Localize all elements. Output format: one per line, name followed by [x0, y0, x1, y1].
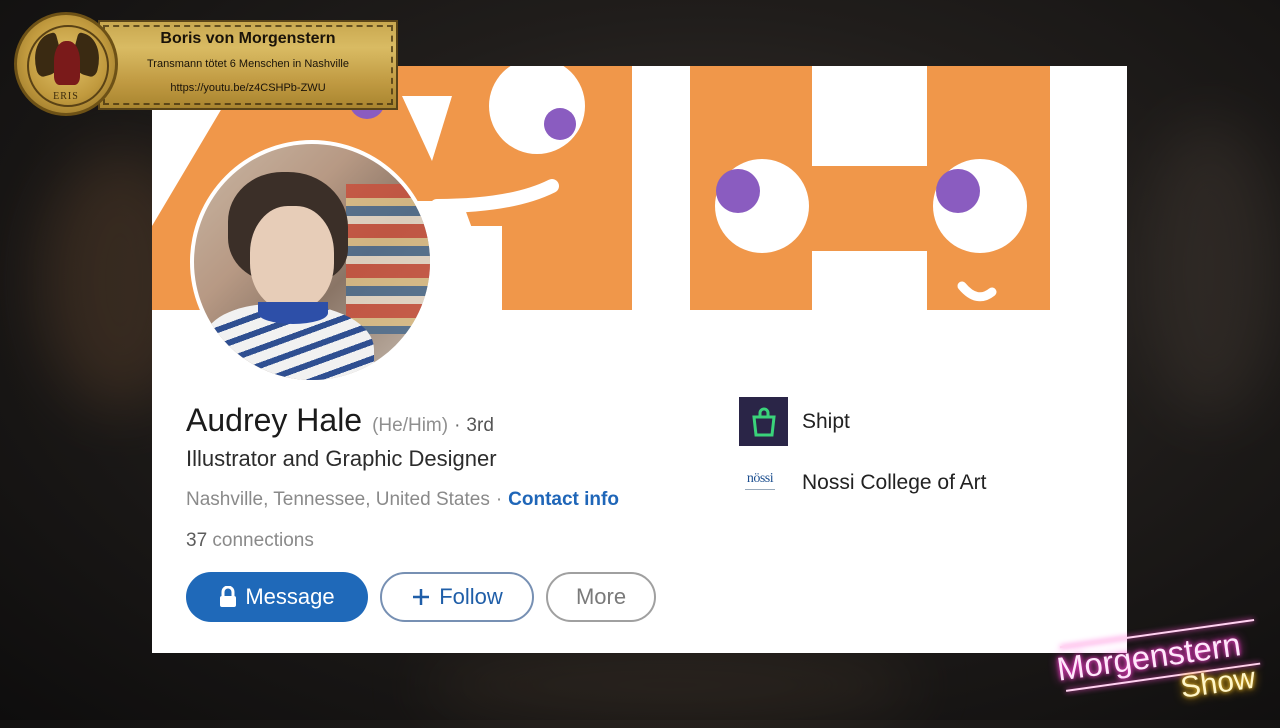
- follow-label: Follow: [439, 584, 503, 609]
- nossi-logo: nössi: [739, 465, 781, 501]
- shopping-bag-icon: [751, 407, 776, 436]
- follow-button[interactable]: Follow: [380, 572, 534, 622]
- more-label: More: [575, 584, 627, 609]
- experience-item-shipt[interactable]: Shipt: [739, 397, 850, 446]
- location: Nashville, Tennessee, United States: [186, 489, 490, 510]
- connections-label: connections: [212, 530, 314, 551]
- message-button[interactable]: Message: [186, 572, 368, 622]
- profile-photo[interactable]: [190, 140, 434, 384]
- background-blur: [1140, 120, 1280, 420]
- profile-card: Audrey Hale (He/Him) · 3rd Illustrator a…: [152, 66, 1127, 653]
- connection-degree: 3rd: [466, 415, 494, 436]
- connections-link[interactable]: 37 connections: [186, 530, 314, 552]
- education-item-nossi[interactable]: nössi Nossi College of Art: [739, 465, 986, 501]
- avatar-image: [194, 144, 430, 380]
- message-label: Message: [245, 584, 335, 609]
- contact-info-link[interactable]: Contact info: [508, 489, 619, 511]
- channel-banner: Boris von Morgenstern Transmann tötet 6 …: [14, 12, 399, 116]
- background-blur: [420, 650, 920, 720]
- profile-name: Audrey Hale: [186, 402, 363, 438]
- more-button[interactable]: More: [546, 572, 656, 622]
- video-subtitle: Transmann tötet 6 Menschen in Nashville: [147, 58, 349, 70]
- location-row: Nashville, Tennessee, United States · Co…: [186, 489, 619, 511]
- video-url: https://youtu.be/z4CSHPb-ZWU: [170, 82, 326, 94]
- education-name: Nossi College of Art: [802, 471, 987, 494]
- separator: ·: [495, 489, 503, 510]
- video-frame: { "overlay_banner": { "presenter": "Bori…: [0, 0, 1280, 720]
- experience-name: Shipt: [802, 409, 850, 433]
- eris-seal-logo: ERIS: [14, 12, 118, 116]
- banner-plate: Boris von Morgenstern Transmann tötet 6 …: [98, 20, 398, 110]
- connections-count: 37: [186, 530, 208, 551]
- pronouns: (He/Him): [372, 415, 449, 436]
- lock-icon: [220, 586, 237, 607]
- separator: ·: [454, 415, 461, 436]
- name-row: Audrey Hale (He/Him) · 3rd: [186, 402, 494, 439]
- plus-icon: [413, 589, 430, 605]
- shipt-logo: [739, 397, 788, 446]
- profile-headline: Illustrator and Graphic Designer: [186, 446, 497, 471]
- presenter-name: Boris von Morgenstern: [160, 30, 336, 47]
